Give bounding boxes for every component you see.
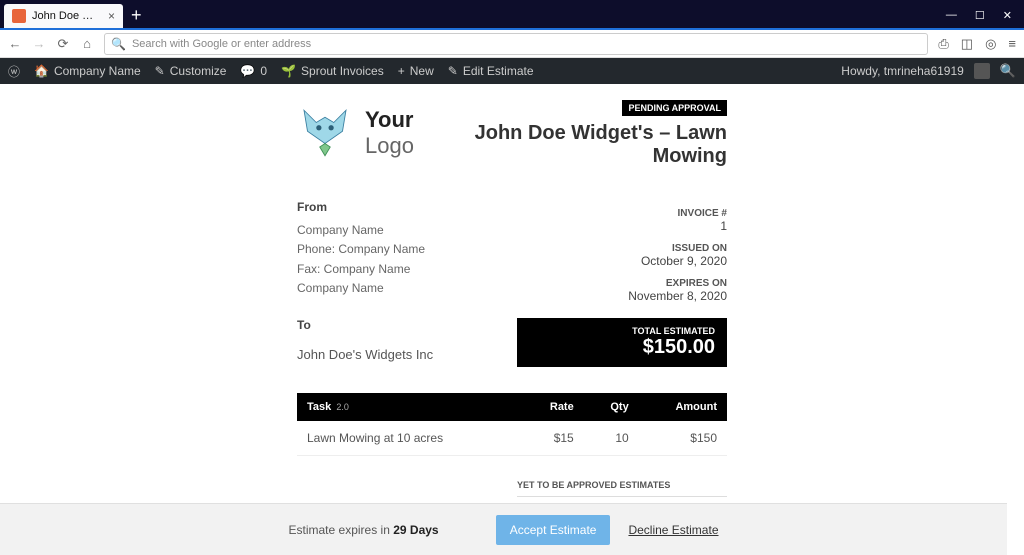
search-icon: 🔍 [111,37,126,51]
expires-date: November 8, 2020 [628,289,727,303]
issued-label: ISSUED ON [628,243,727,254]
url-input[interactable]: 🔍 Search with Google or enter address [104,33,928,55]
wp-new-link[interactable]: + New [398,64,434,78]
action-footer: Estimate expires in 29 Days Accept Estim… [0,503,1007,555]
col-task: Task 2.0 [297,393,521,421]
col-qty: Qty [584,393,639,421]
from-heading: From [297,198,628,217]
expires-label: EXPIRES ON [628,278,727,289]
table-row: Lawn Mowing at 10 acres $15 10 $150 [297,421,727,456]
leaf-icon: 🌱 [281,64,296,78]
home-icon[interactable]: ⌂ [80,37,94,51]
wp-customize-link[interactable]: ✎ Customize [155,64,227,78]
library-icon[interactable]: ⎙ [938,36,948,52]
wp-admin-bar: ⓦ 🏠 Company Name ✎ Customize 💬 0 🌱 Sprou… [0,58,1024,84]
sidebar-icon[interactable]: ◫ [961,36,973,52]
close-window-icon[interactable]: ✕ [1003,9,1012,22]
wp-comments-link[interactable]: 💬 0 [240,64,267,78]
cell-task: Lawn Mowing at 10 acres [297,421,521,456]
maximize-icon[interactable]: ☐ [975,9,985,22]
close-tab-icon[interactable]: × [108,9,115,23]
page-viewport[interactable]: Your Logo PENDING APPROVAL John Doe Widg… [0,84,1024,555]
company-logo [297,105,353,161]
from-fax: Fax: Company Name [297,260,628,279]
back-icon[interactable]: ← [8,37,22,51]
col-rate: Rate [521,393,584,421]
to-name: John Doe's Widgets Inc [297,345,628,366]
comment-icon: 💬 [240,64,255,78]
wp-site-link[interactable]: 🏠 Company Name [34,64,141,78]
reload-icon[interactable]: ⟳ [56,37,70,51]
pencil-icon: ✎ [448,64,458,78]
expires-notice: Estimate expires in 29 Days [289,523,439,537]
wp-search-icon[interactable]: 🔍 [1000,63,1016,79]
brush-icon: ✎ [155,64,165,78]
new-tab-button[interactable]: + [131,5,142,26]
col-amount: Amount [639,393,727,421]
issued-date: October 9, 2020 [628,254,727,268]
wp-edit-link[interactable]: ✎ Edit Estimate [448,64,534,78]
minimize-icon[interactable]: — [946,9,957,22]
status-badge: PENDING APPROVAL [622,100,727,116]
brand-text: Your Logo [365,107,448,159]
tab-title: John Doe Widget's – Lawn Mo [32,10,102,22]
browser-tab[interactable]: John Doe Widget's – Lawn Mo × [4,4,123,28]
invoice-number: 1 [628,219,727,233]
window-controls: — ☐ ✕ [946,9,1024,28]
document-title: John Doe Widget's – Lawn Mowing [460,122,727,168]
from-addr: Company Name [297,279,628,298]
accept-estimate-button[interactable]: Accept Estimate [496,515,611,545]
avatar[interactable] [974,63,990,79]
menu-icon[interactable]: ≡ [1008,36,1016,52]
summary-heading: YET TO BE APPROVED ESTIMATES [517,480,727,497]
cell-rate: $15 [521,421,584,456]
tab-favicon [12,9,26,23]
wp-sprout-link[interactable]: 🌱 Sprout Invoices [281,64,384,78]
browser-navbar: ← → ⟳ ⌂ 🔍 Search with Google or enter ad… [0,28,1024,58]
forward-icon[interactable]: → [32,37,46,51]
cell-amount: $150 [639,421,727,456]
from-name: Company Name [297,221,628,240]
browser-titlebar: John Doe Widget's – Lawn Mo × + — ☐ ✕ [0,0,1024,28]
invoice-number-label: INVOICE # [628,208,727,219]
plus-icon: + [398,64,405,78]
dashboard-icon: 🏠 [34,64,49,78]
cell-qty: 10 [584,421,639,456]
account-icon[interactable]: ◎ [985,36,996,52]
decline-estimate-link[interactable]: Decline Estimate [628,523,718,537]
wp-howdy[interactable]: Howdy, tmrineha61919 [841,64,964,78]
from-phone: Phone: Company Name [297,240,628,259]
wp-logo-icon[interactable]: ⓦ [8,63,20,80]
estimate-document: Your Logo PENDING APPROVAL John Doe Widg… [297,98,727,555]
line-items-table: Task 2.0 Rate Qty Amount Lawn Mowing at … [297,393,727,456]
to-heading: To [297,316,628,335]
url-placeholder: Search with Google or enter address [132,38,311,50]
